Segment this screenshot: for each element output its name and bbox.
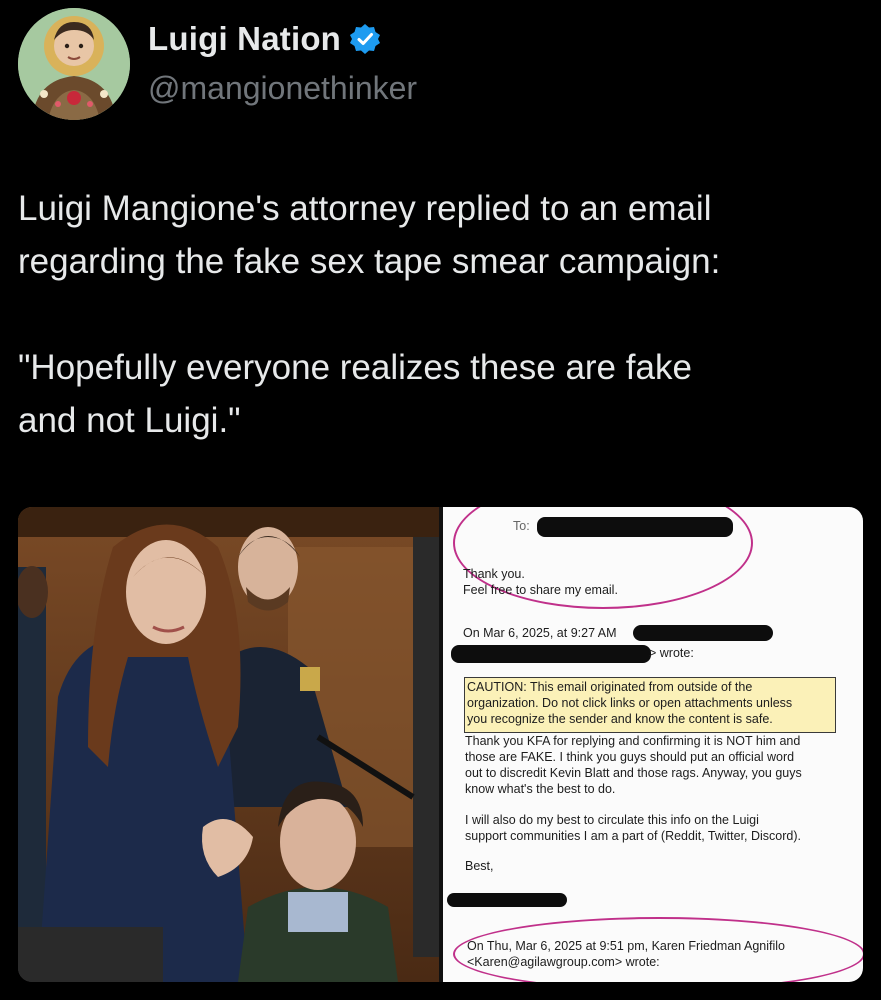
tweet-media[interactable]: To: Thank you. Feel free to share my ema… [18, 507, 863, 982]
caution-text: CAUTION: This email originated from outs… [467, 680, 753, 694]
caution-text: organization. Do not click links or open… [467, 696, 793, 710]
redaction-bar [447, 893, 567, 907]
email-footer-line: On Thu, Mar 6, 2025 at 9:51 pm, Karen Fr… [467, 939, 785, 953]
courtroom-photo-image [18, 507, 439, 982]
email-signoff: Best, [465, 859, 494, 873]
email-footer-line: <Karen@agilawgroup.com> wrote: [467, 955, 660, 969]
redaction-bar [633, 625, 773, 641]
tweet-line: regarding the fake sex tape smear campai… [18, 242, 721, 281]
avatar-portrait-icon [18, 8, 130, 120]
verified-badge-icon [350, 24, 381, 54]
tweet-text: Luigi Mangione's attorney replied to an … [18, 182, 868, 447]
email-body-line: support communities I am a part of (Redd… [465, 829, 802, 843]
email-body-line: I will also do my best to circulate this… [465, 813, 759, 827]
tweet-line: "Hopefully everyone realizes these are f… [18, 348, 692, 387]
email-screenshot[interactable]: To: Thank you. Feel free to share my ema… [443, 507, 863, 982]
avatar[interactable] [18, 8, 130, 120]
tweet-line: Luigi Mangione's attorney replied to an … [18, 189, 712, 228]
email-wrote: > wrote: [649, 646, 694, 660]
courtroom-photo[interactable] [18, 507, 439, 982]
tweet-line: and not Luigi." [18, 401, 241, 440]
email-body-line: out to discredit Kevin Blatt and those r… [465, 766, 802, 780]
account-handle[interactable]: @mangionethinker [148, 70, 417, 107]
email-body-line: know what's the best to do. [465, 782, 616, 796]
email-quote-date: On Mar 6, 2025, at 9:27 AM [463, 626, 617, 640]
email-thank-you: Thank you. [463, 567, 525, 581]
email-share: Feel free to share my email. [463, 583, 618, 597]
display-name[interactable]: Luigi Nation [148, 20, 341, 58]
name-row: Luigi Nation [148, 20, 381, 58]
email-body-line: those are FAKE. I think you guys should … [465, 750, 795, 764]
tweet-header: Luigi Nation @mangionethinker [18, 8, 618, 120]
caution-text: you recognize the sender and know the co… [467, 712, 773, 726]
email-body-line: Thank you KFA for replying and confirmin… [465, 734, 801, 748]
redaction-bar [451, 645, 651, 663]
